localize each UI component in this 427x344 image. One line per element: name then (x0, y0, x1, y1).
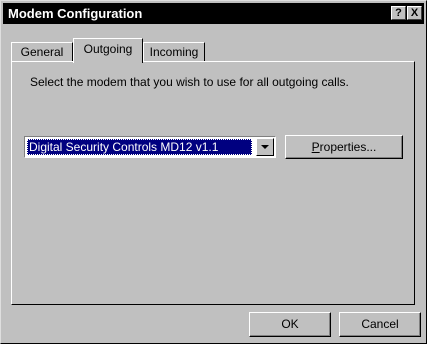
outgoing-description: Select the modem that you wish to use fo… (30, 75, 349, 89)
title-bar[interactable]: Modem Configuration ? X (3, 3, 424, 24)
tab-incoming[interactable]: Incoming (143, 42, 205, 63)
dropdown-arrow-button[interactable] (256, 138, 274, 156)
help-button[interactable]: ? (391, 6, 406, 20)
properties-button[interactable]: Properties... (285, 135, 403, 159)
outgoing-tab-panel: Select the modem that you wish to use fo… (11, 61, 415, 305)
properties-accel: P (311, 140, 320, 154)
tab-outgoing[interactable]: Outgoing (73, 38, 143, 65)
cancel-button[interactable]: Cancel (339, 312, 421, 337)
ok-button[interactable]: OK (249, 312, 331, 337)
properties-label: roperties... (319, 140, 377, 154)
modem-select-value[interactable]: Digital Security Controls MD12 v1.1 (27, 139, 252, 155)
chevron-down-icon (261, 145, 269, 149)
window-title: Modem Configuration (8, 6, 143, 21)
modem-configuration-dialog: Modem Configuration ? X General Outgoing… (0, 0, 427, 344)
close-button[interactable]: X (407, 6, 422, 20)
tab-general[interactable]: General (11, 42, 73, 63)
modem-select[interactable]: Digital Security Controls MD12 v1.1 (24, 136, 276, 158)
